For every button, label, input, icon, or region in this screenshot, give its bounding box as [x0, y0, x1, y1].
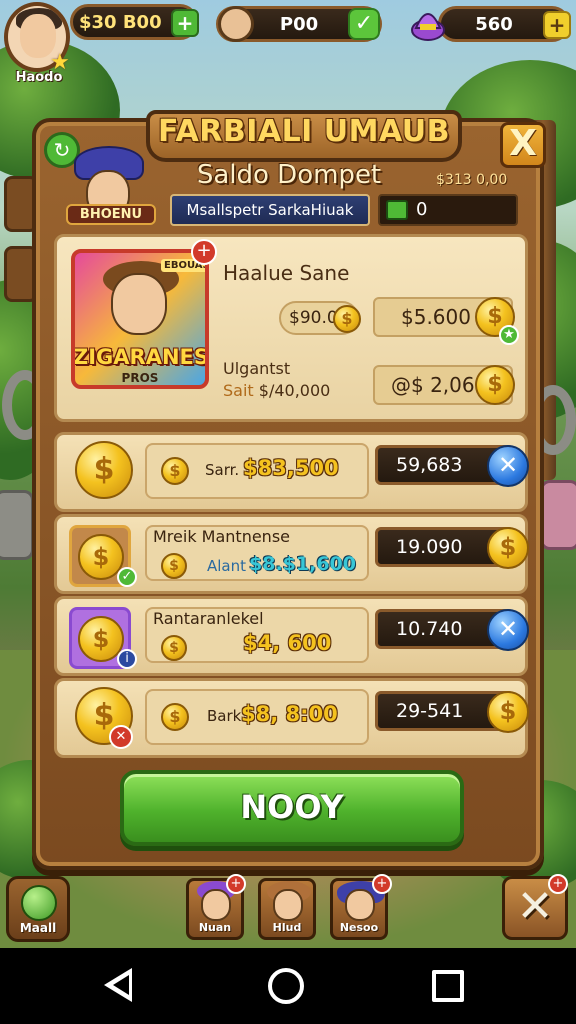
- row-label: Rantaranlekel: [153, 609, 264, 628]
- search-field[interactable]: Msallspetr SarkaHiuak: [170, 194, 370, 226]
- orb-icon: [21, 885, 57, 921]
- wallet-total: $313 0,00: [436, 172, 508, 188]
- char-face: [345, 889, 375, 921]
- offer-line: Ulgantst: [223, 359, 291, 378]
- row-price: $4, 600: [243, 631, 332, 655]
- plus-badge-icon: +: [226, 874, 246, 894]
- top-hud: ★ Haodo $30 B00 + P00 ✓ 560 +: [0, 0, 576, 100]
- rock: [540, 480, 576, 550]
- char-face: [201, 889, 231, 921]
- balance-display: 0: [378, 194, 518, 226]
- menu-button[interactable]: Maall: [6, 876, 70, 942]
- info-icon: i: [117, 649, 137, 669]
- recent-apps-icon[interactable]: [432, 970, 464, 1002]
- row-price: $8, 8:00: [241, 702, 338, 726]
- hero-label: BHOENU: [66, 204, 156, 225]
- row-price: $8.$1,600: [249, 553, 356, 575]
- remove-button[interactable]: ✕: [487, 445, 529, 487]
- friend-avatar-icon[interactable]: [218, 6, 254, 42]
- row-small-label: Alant: [207, 557, 247, 575]
- rock: [0, 490, 34, 560]
- character-slot[interactable]: Hlud: [258, 878, 316, 940]
- close-button[interactable]: X: [500, 122, 546, 168]
- character-label: Nuan: [198, 921, 232, 934]
- coin-button[interactable]: $: [487, 691, 529, 733]
- cash-icon: [386, 200, 408, 220]
- panel-title: FARBIALI UMAUB: [157, 114, 451, 149]
- row-label: Mreik Mantnense: [153, 527, 290, 546]
- row-price: $83,500: [243, 456, 339, 480]
- coin-icon: $: [161, 457, 189, 485]
- coin-icon: $: [161, 635, 187, 661]
- star-icon: ★: [499, 325, 519, 345]
- cancel-icon: ✕: [109, 725, 133, 749]
- character-label: Hlud: [272, 921, 302, 934]
- bottom-bar: Maall Nuan + Hlud Nesoo + ✕ +: [0, 870, 576, 948]
- menu-label: Maall: [19, 921, 57, 935]
- hero-portrait: [64, 140, 154, 240]
- coin-button[interactable]: $: [487, 527, 529, 569]
- plus-badge-icon: +: [372, 874, 392, 894]
- back-icon-inner: [113, 975, 129, 995]
- currency-gold: $30 B00 +: [70, 4, 199, 40]
- add-gold-button[interactable]: +: [171, 9, 199, 37]
- char-face: [273, 889, 303, 921]
- ready-button[interactable]: NOOY: [120, 770, 464, 846]
- plus-badge-icon: +: [548, 874, 568, 894]
- currency-energy-value: 560: [475, 13, 513, 35]
- plus-badge-icon: +: [191, 239, 217, 265]
- coin-icon: $: [161, 553, 187, 579]
- coin-icon: $: [475, 365, 515, 405]
- currency-gems-value: P00: [279, 13, 319, 35]
- coin-stack-icon: $: [75, 441, 133, 499]
- wizard-hat-icon: [411, 13, 445, 41]
- coin-icon: $: [333, 305, 361, 333]
- list-item[interactable]: $ $ Sarr. $83,500 59,683 ✕: [54, 432, 529, 512]
- currency-gold-value: $30 B00: [79, 11, 162, 33]
- card-face: [111, 273, 167, 335]
- offer-name: Haalue Sane: [223, 261, 350, 285]
- panel-subtitle: Saldo Dompet: [196, 160, 382, 190]
- balance-value: 0: [416, 199, 428, 220]
- home-icon[interactable]: [268, 968, 304, 1004]
- remove-button[interactable]: ✕: [487, 609, 529, 651]
- player-name: Haodo: [15, 70, 63, 85]
- offer-sale: Sait $/40,000: [223, 381, 330, 400]
- currency-energy: 560 +: [438, 6, 571, 42]
- card-title: ZIGARANES: [73, 345, 209, 369]
- character-label: Nesoo: [339, 921, 379, 934]
- list-item[interactable]: $ i Rantaranlekel $ $4, 600 10.740 ✕: [54, 596, 529, 676]
- offer-sale-key: Sait: [223, 381, 254, 400]
- add-energy-button[interactable]: +: [543, 11, 571, 39]
- wallet-panel: FARBIALI UMAUB X ↻ BHOENU Saldo Dompet $…: [32, 110, 546, 870]
- list-item[interactable]: $ ✕ $ Bark $8, 8:00 29-541 $: [54, 678, 529, 758]
- check-icon[interactable]: ✓: [348, 8, 380, 40]
- card-subtitle: PROS: [121, 371, 159, 385]
- row-small-label: Bark: [207, 707, 242, 725]
- list-item[interactable]: $ ✓ Mreik Mantnense $ Alant $8.$1,600 19…: [54, 514, 529, 594]
- feature-offer[interactable]: EBOUAS ZIGARANES PROS + Haalue Sane $90.…: [54, 234, 528, 422]
- check-icon: ✓: [117, 567, 137, 587]
- coin-icon: $: [161, 703, 189, 731]
- offer-card-art: EBOUAS ZIGARANES PROS: [71, 249, 209, 389]
- offer-sale-value: $/40,000: [258, 381, 331, 400]
- system-navbar: [0, 948, 576, 1024]
- row-small-label: Sarr.: [205, 461, 240, 479]
